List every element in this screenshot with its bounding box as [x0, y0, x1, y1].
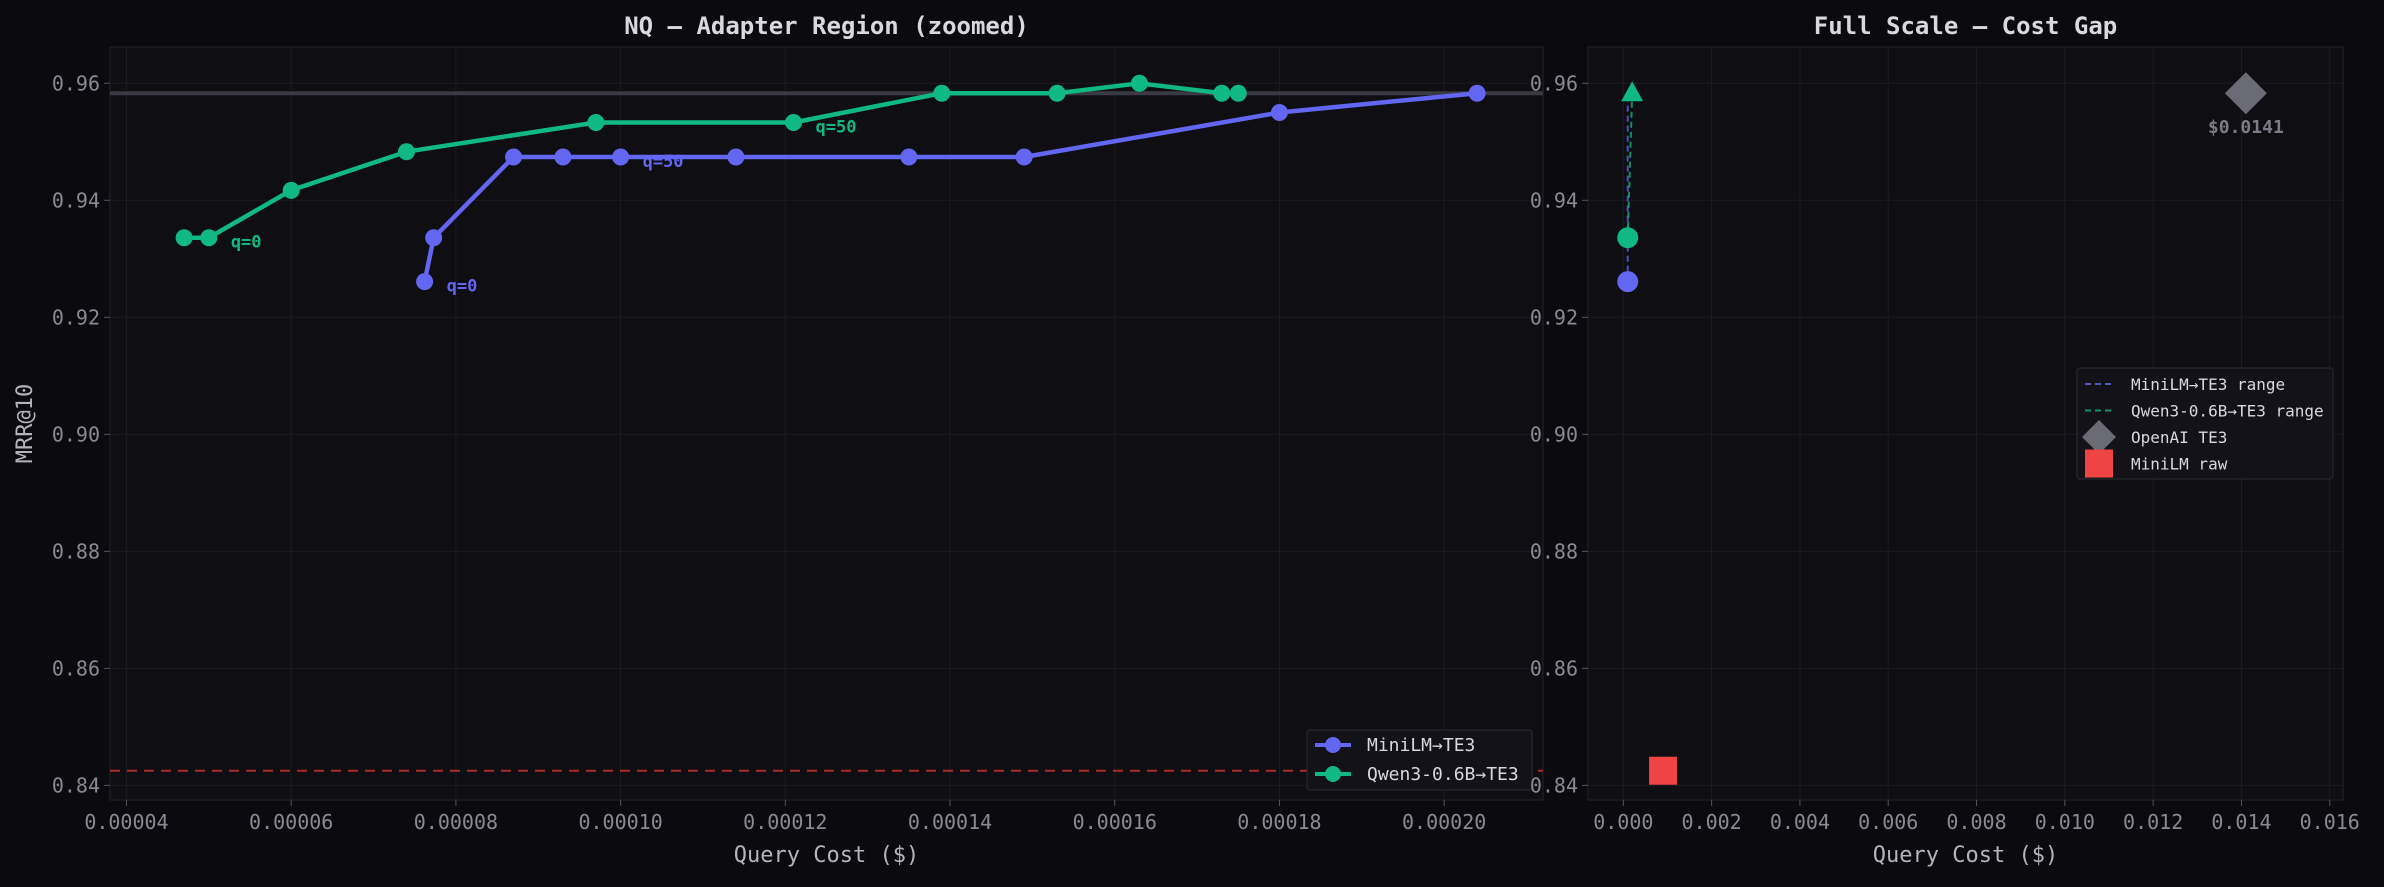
chart-title: Full Scale — Cost Gap	[1814, 12, 2117, 40]
y-axis-label: MRR@10	[13, 384, 38, 463]
x-tick-label: 0.012	[2123, 810, 2183, 834]
panel-1: 0.84 0.86 0.88 0.90 0.92 0.94 0.96 0.000 0.002 0.…	[1530, 12, 2360, 868]
data-point-qwen	[587, 113, 605, 131]
y-tick-label: 0.92	[1530, 305, 1578, 329]
y-tick-label: 0.86	[52, 656, 100, 680]
x-tick-label: 0.014	[2211, 810, 2271, 834]
y-tick-label: 0.88	[52, 539, 100, 563]
y-tick-label: 0.84	[52, 773, 100, 797]
legend-label: MiniLM→TE3 range	[2131, 375, 2285, 394]
data-point-minilm	[416, 273, 434, 291]
x-tick-label: 0.010	[2035, 810, 2095, 834]
x-tick-label: 0.00018	[1237, 810, 1321, 834]
data-point-minilm	[900, 148, 918, 166]
x-tick-label: 0.006	[1858, 810, 1918, 834]
legend-marker-qwen	[1325, 766, 1341, 782]
y-tick-label: 0.96	[1530, 71, 1578, 95]
data-point-minilm	[1468, 84, 1486, 102]
data-point-qwen	[397, 143, 415, 161]
marker-qwen3-0-6b-te3-start	[1617, 227, 1639, 249]
y-tick-label: 0.90	[1530, 422, 1578, 446]
legend-label: Qwen3-0.6B→TE3	[1367, 764, 1519, 785]
chart-title: NQ — Adapter Region (zoomed)	[624, 12, 1029, 40]
x-tick-label: 0.00016	[1073, 810, 1157, 834]
x-tick-label: 0.016	[2300, 810, 2360, 834]
data-point-minilm	[505, 148, 523, 166]
annotation-label: q=50	[816, 117, 857, 137]
annotation-label: q=50	[643, 152, 684, 172]
data-point-qwen	[933, 84, 951, 102]
panel-0: 0.84 0.86 0.88 0.90 0.92 0.94 0.96 0.00004 0.000…	[13, 12, 1544, 868]
data-point-minilm	[554, 148, 572, 166]
annotation-label: q=0	[447, 277, 478, 297]
y-tick-label: 0.96	[52, 71, 100, 95]
x-tick-label: 0.00020	[1402, 810, 1486, 834]
data-point-qwen	[785, 113, 803, 131]
data-point-qwen	[1229, 84, 1247, 102]
legend-label: MiniLM raw	[2131, 455, 2228, 474]
data-point-qwen	[282, 181, 300, 199]
chart-canvas: 0.84 0.86 0.88 0.90 0.92 0.94 0.96 0.00004 0.000…	[13, 12, 2360, 868]
y-tick-label: 0.86	[1530, 656, 1578, 680]
y-tick-label: 0.94	[1530, 188, 1578, 212]
legend-label: OpenAI TE3	[2131, 428, 2227, 447]
x-tick-label: 0.00014	[908, 810, 992, 834]
y-tick-label: 0.88	[1530, 539, 1578, 563]
figure: 0.84 0.86 0.88 0.90 0.92 0.94 0.96 0.00004 0.000…	[0, 0, 2384, 882]
marker-minilm-te3-start	[1617, 271, 1639, 293]
x-axis-label: Query Cost ($)	[1873, 843, 2058, 868]
x-tick-label: 0.00008	[414, 810, 498, 834]
x-axis-label: Query Cost ($)	[734, 843, 919, 868]
data-point-minilm	[1015, 148, 1033, 166]
y-tick-label: 0.90	[52, 422, 100, 446]
x-tick-label: 0.00006	[249, 810, 333, 834]
data-point-qwen	[1130, 74, 1148, 92]
x-tick-label: 0.00012	[743, 810, 827, 834]
y-tick-label: 0.84	[1530, 773, 1578, 797]
y-tick-label: 0.92	[52, 305, 100, 329]
point-label: $0.0141	[2208, 117, 2284, 138]
x-tick-label: 0.008	[1946, 810, 2006, 834]
data-point-qwen	[175, 229, 193, 247]
data-point-qwen	[1213, 84, 1231, 102]
data-point-qwen	[200, 229, 218, 247]
x-tick-label: 0.004	[1770, 810, 1830, 834]
marker-minilm-raw	[1649, 756, 1678, 785]
legend-label: MiniLM→TE3	[1367, 735, 1475, 756]
plot-area	[109, 46, 1544, 801]
x-tick-label: 0.000	[1593, 810, 1653, 834]
x-tick-label: 0.002	[1682, 810, 1742, 834]
x-tick-label: 0.00004	[84, 810, 168, 834]
x-tick-label: 0.00010	[578, 810, 662, 834]
y-tick-label: 0.94	[52, 188, 100, 212]
data-point-qwen	[1048, 84, 1066, 102]
legend-marker-minilm	[1325, 737, 1341, 753]
data-point-minilm	[612, 148, 630, 166]
data-point-minilm	[425, 229, 443, 247]
annotation-label: q=0	[231, 233, 262, 253]
data-point-minilm	[1270, 104, 1288, 122]
legend-label: Qwen3-0.6B→TE3 range	[2131, 402, 2324, 421]
legend-marker-square	[2085, 449, 2113, 478]
data-point-minilm	[727, 148, 745, 166]
